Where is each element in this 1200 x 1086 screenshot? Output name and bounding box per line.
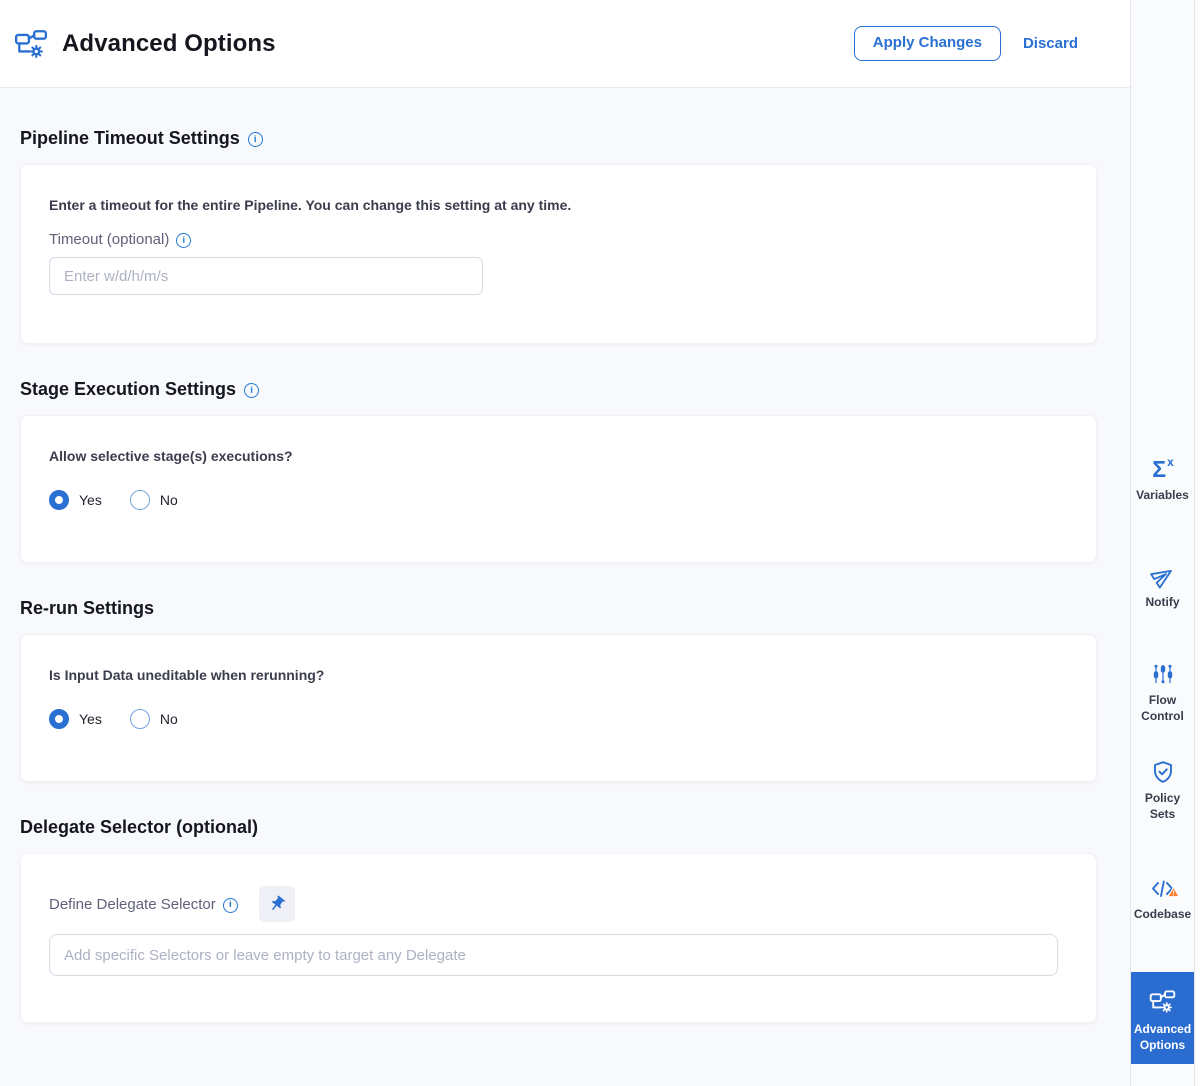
right-rail: Σx Variables Notify Flow Control: [1130, 0, 1195, 1086]
rail-item-label: Codebase: [1131, 907, 1194, 923]
radio-option-yes[interactable]: Yes: [49, 490, 102, 510]
rerun-radio-group: Yes No: [49, 709, 1068, 729]
rerun-question: Is Input Data uneditable when rerunning?: [49, 667, 1068, 683]
code-brackets-icon: [1150, 878, 1175, 900]
timeout-label: Timeout (optional): [49, 231, 169, 248]
timeout-description: Enter a timeout for the entire Pipeline.…: [49, 197, 1068, 213]
panel-edge: [1196, 0, 1200, 1086]
radio-icon: [130, 490, 150, 510]
rail-item-advanced-options[interactable]: Advanced Options: [1131, 972, 1194, 1064]
rail-item-label: Variables: [1131, 488, 1194, 504]
section-title: Delegate Selector (optional): [20, 817, 258, 838]
delegate-selector-card: Define Delegate Selector: [20, 853, 1097, 1023]
stage-execution-card: Allow selective stage(s) executions? Yes…: [20, 415, 1097, 563]
pin-button[interactable]: [259, 886, 295, 922]
rail-item-label: Flow Control: [1131, 693, 1194, 724]
section-heading-delegate-selector: Delegate Selector (optional): [20, 817, 1097, 838]
rail-item-label: Notify: [1131, 595, 1194, 611]
radio-icon: [130, 709, 150, 729]
timeout-input[interactable]: [49, 257, 483, 295]
rail-item-policy-sets[interactable]: Policy Sets: [1131, 760, 1194, 822]
page-title: Advanced Options: [62, 30, 276, 58]
radio-label: Yes: [79, 711, 102, 727]
discard-button[interactable]: Discard: [1023, 35, 1078, 52]
radio-label: No: [160, 492, 178, 508]
info-icon[interactable]: [244, 383, 259, 398]
radio-option-no[interactable]: No: [130, 709, 178, 729]
flowchart-gear-icon: [1149, 988, 1176, 1015]
section-heading-pipeline-timeout: Pipeline Timeout Settings: [20, 128, 1097, 149]
rail-item-variables[interactable]: Σx Variables: [1131, 458, 1194, 504]
sigma-x-icon: Σx: [1152, 458, 1173, 481]
warning-triangle-icon: [1167, 885, 1180, 903]
rail-item-label: Advanced Options: [1131, 1022, 1194, 1053]
apply-changes-button[interactable]: Apply Changes: [854, 26, 1001, 61]
pushpin-icon: [268, 895, 286, 913]
panel-header: Advanced Options Apply Changes Discard: [0, 0, 1130, 88]
pipeline-timeout-card: Enter a timeout for the entire Pipeline.…: [20, 164, 1097, 344]
flowchart-gear-icon: [14, 27, 48, 61]
paper-plane-icon: [1146, 559, 1179, 592]
section-title: Re-run Settings: [20, 598, 154, 619]
section-title: Pipeline Timeout Settings: [20, 128, 240, 149]
rail-item-flow-control[interactable]: Flow Control: [1131, 662, 1194, 724]
stage-execution-question: Allow selective stage(s) executions?: [49, 448, 1068, 464]
rail-item-codebase[interactable]: Codebase: [1131, 878, 1194, 923]
section-heading-stage-execution: Stage Execution Settings: [20, 379, 1097, 400]
settings-content: Pipeline Timeout Settings Enter a timeou…: [0, 88, 1130, 1023]
radio-label: Yes: [79, 492, 102, 508]
radio-option-no[interactable]: No: [130, 490, 178, 510]
shield-check-icon: [1151, 760, 1175, 784]
rail-item-notify[interactable]: Notify: [1131, 564, 1194, 611]
rail-item-label: Policy Sets: [1131, 791, 1194, 822]
info-icon[interactable]: [223, 898, 238, 913]
delegate-selector-input[interactable]: [49, 934, 1058, 976]
radio-option-yes[interactable]: Yes: [49, 709, 102, 729]
info-icon[interactable]: [248, 132, 263, 147]
radio-label: No: [160, 711, 178, 727]
main-panel: Advanced Options Apply Changes Discard P…: [0, 0, 1130, 1086]
radio-icon: [49, 490, 69, 510]
info-icon[interactable]: [176, 233, 191, 248]
delegate-selector-label: Define Delegate Selector: [49, 896, 216, 913]
section-heading-rerun: Re-run Settings: [20, 598, 1097, 619]
sliders-icon: [1151, 662, 1175, 686]
radio-icon: [49, 709, 69, 729]
stage-execution-radio-group: Yes No: [49, 490, 1068, 510]
rerun-card: Is Input Data uneditable when rerunning?…: [20, 634, 1097, 782]
section-title: Stage Execution Settings: [20, 379, 236, 400]
